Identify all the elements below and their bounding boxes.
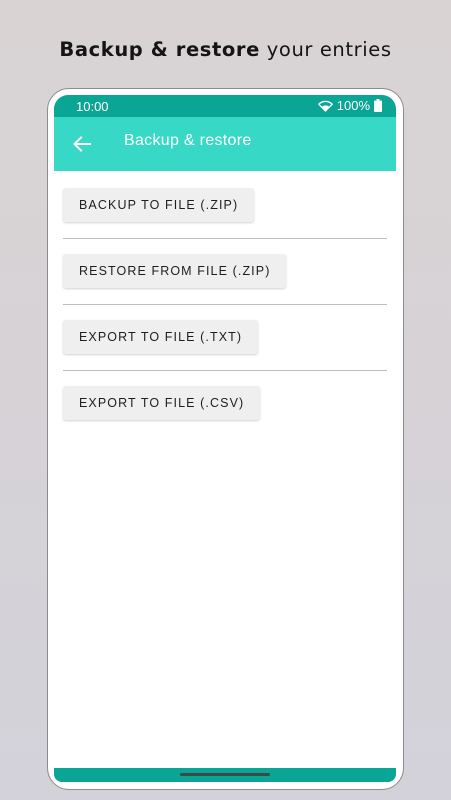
phone-screen: 10:00 100% Backup & restore BACKUP TO FI… — [54, 95, 396, 782]
export-txt-button[interactable]: EXPORT TO FILE (.TXT) — [63, 320, 259, 354]
status-right: 100% — [317, 98, 382, 113]
battery-percent: 100% — [336, 98, 370, 113]
app-bar: Backup & restore — [54, 117, 396, 171]
phone-frame: 10:00 100% Backup & restore BACKUP TO FI… — [47, 88, 404, 790]
export-csv-button[interactable]: EXPORT TO FILE (.CSV) — [63, 386, 261, 420]
wifi-icon — [317, 100, 333, 112]
arrow-left-icon[interactable] — [70, 132, 94, 156]
backup-zip-button[interactable]: BACKUP TO FILE (.ZIP) — [63, 188, 255, 222]
status-time: 10:00 — [76, 99, 109, 114]
battery-icon — [374, 99, 382, 112]
status-bar: 10:00 100% — [54, 95, 396, 117]
restore-zip-button[interactable]: RESTORE FROM FILE (.ZIP) — [63, 254, 287, 288]
home-gesture-handle[interactable] — [180, 773, 270, 776]
promo-headline-bold: Backup & restore — [59, 38, 260, 61]
promo-headline: Backup & restore your entries — [0, 38, 451, 61]
page-title: Backup & restore — [124, 132, 252, 149]
divider — [63, 370, 387, 371]
navigation-bar — [54, 768, 396, 782]
divider — [63, 238, 387, 239]
divider — [63, 304, 387, 305]
promo-headline-rest: your entries — [266, 38, 392, 61]
